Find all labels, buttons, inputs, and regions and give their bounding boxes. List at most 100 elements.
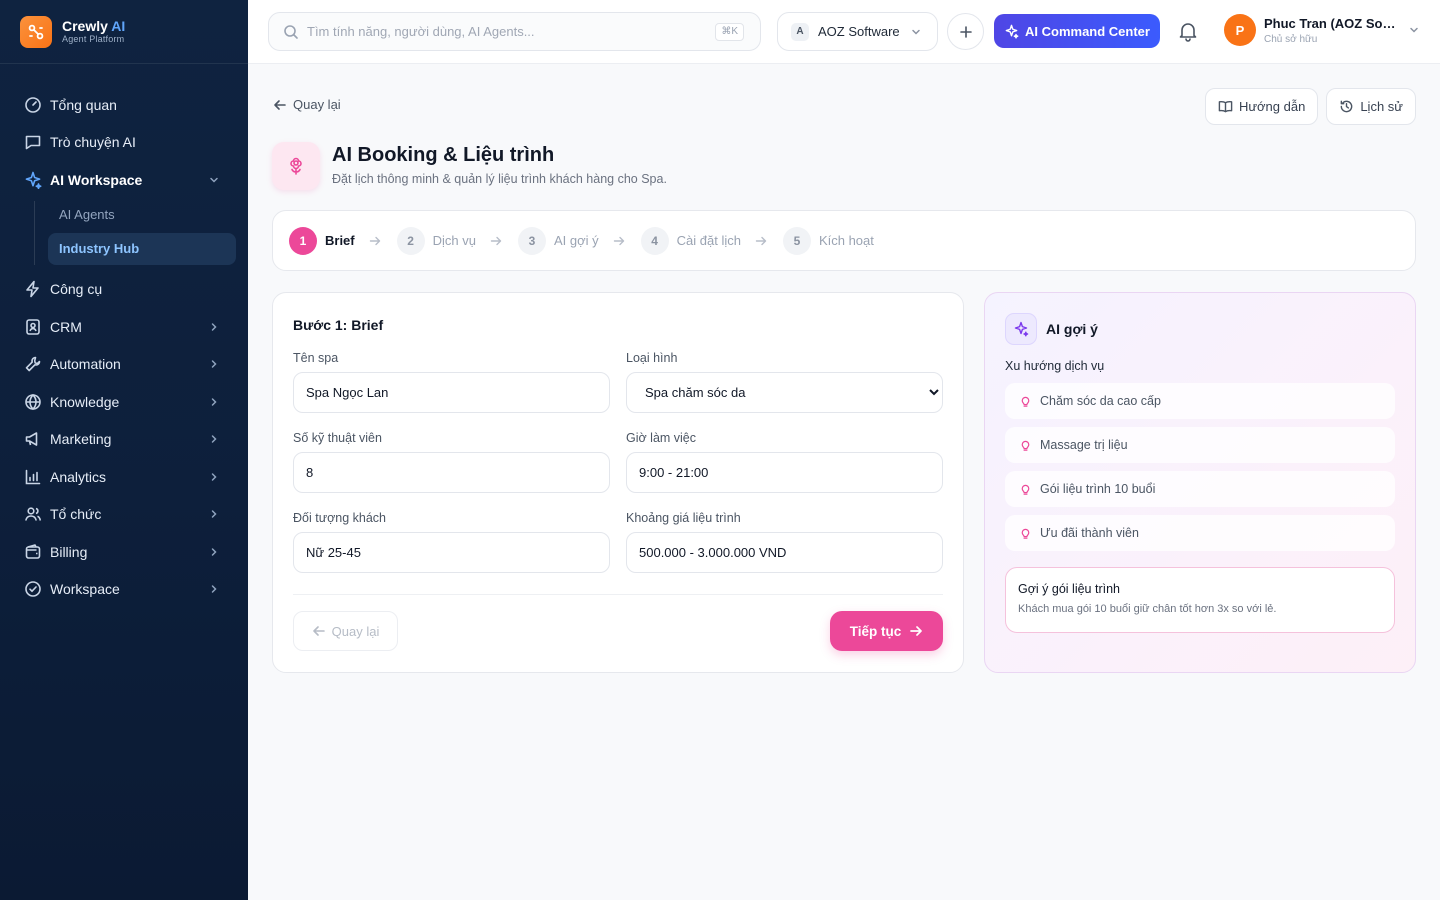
- sidebar-item-knowledge[interactable]: Knowledge: [0, 383, 248, 421]
- search-icon: [284, 24, 298, 39]
- step-number: 5: [782, 226, 811, 255]
- spa-name-label: Tên spa: [293, 351, 339, 365]
- step-brief[interactable]: 1 Brief: [289, 226, 355, 255]
- price-range-input[interactable]: [626, 532, 943, 573]
- bell-icon[interactable]: [1177, 20, 1199, 42]
- step-label: Brief: [325, 233, 355, 248]
- sidebar-item-tro-chuyen-ai[interactable]: Trò chuyện AI: [0, 124, 248, 162]
- hours-label: Giờ làm việc: [626, 431, 697, 445]
- history-button[interactable]: Lịch sử: [1326, 88, 1416, 125]
- plus-icon: [959, 25, 972, 38]
- step-kich-hoat[interactable]: 5 Kích hoạt: [782, 226, 874, 255]
- step-label: Cài đặt lịch: [676, 233, 741, 248]
- chevron-right-icon: [211, 360, 217, 368]
- spa-name-field: Tên spa: [293, 351, 610, 413]
- sidebar-item-crm[interactable]: CRM: [0, 308, 248, 346]
- sidebar-item-label: CRM: [50, 318, 82, 335]
- search-shortcut: ⌘K: [715, 23, 744, 41]
- audience-label: Đối tượng khách: [293, 511, 386, 525]
- step-ai-goi-y[interactable]: 3 AI gợi ý: [517, 226, 599, 255]
- sparkle-icon: [25, 171, 42, 189]
- user-role: Chủ sở hữu: [1264, 33, 1318, 45]
- chevron-down-icon: [210, 177, 218, 183]
- brand-name: Crewly AI: [62, 18, 126, 34]
- spa-name-input[interactable]: [293, 372, 610, 413]
- sidebar-item-label: Automation: [50, 356, 121, 373]
- sidebar-item-to-chuc[interactable]: Tổ chức: [0, 496, 248, 534]
- form-divider: [293, 594, 943, 595]
- users-icon: [25, 507, 42, 521]
- list-item[interactable]: Chăm sóc da cao cấp: [1005, 383, 1395, 419]
- sidebar-item-label: Tổng quan: [50, 96, 117, 113]
- step-number: 2: [396, 226, 425, 255]
- spa-type-label: Loại hình: [626, 351, 678, 365]
- sidebar-item-workspace[interactable]: Workspace: [0, 571, 248, 609]
- arrow-right-icon: [369, 236, 380, 245]
- technicians-input[interactable]: [293, 452, 610, 493]
- chevron-right-icon: [211, 323, 217, 331]
- history-button-label: Lịch sử: [1360, 99, 1403, 114]
- trend-text: Ưu đãi thành viên: [1040, 526, 1139, 540]
- topbar: ⌘K A AOZ Software AI Command Center P Ph…: [248, 0, 1440, 64]
- audience-input[interactable]: [293, 532, 610, 573]
- sidebar-item-label: Tổ chức: [50, 506, 102, 523]
- sidebar-subitem-ai-agents[interactable]: AI Agents: [48, 199, 236, 231]
- hours-field: Giờ làm việc: [626, 431, 943, 493]
- form-title: Bước 1: Brief: [293, 317, 384, 333]
- chat-icon: [25, 135, 41, 150]
- list-item[interactable]: Gói liệu trình 10 buổi: [1005, 471, 1395, 507]
- trend-text: Massage trị liệu: [1040, 438, 1128, 452]
- search-box[interactable]: ⌘K: [268, 12, 761, 51]
- page-subtitle: Đặt lịch thông minh & quản lý liệu trình…: [332, 172, 667, 186]
- sidebar-subitem-industry-hub[interactable]: Industry Hub: [48, 232, 236, 265]
- brand[interactable]: Crewly AI Agent Platform: [0, 0, 248, 64]
- ai-command-center-button[interactable]: AI Command Center: [994, 14, 1160, 48]
- sidebar-item-tong-quan[interactable]: Tổng quan: [0, 86, 248, 124]
- list-item[interactable]: Ưu đãi thành viên: [1005, 515, 1395, 551]
- guide-button[interactable]: Hướng dẫn: [1204, 88, 1319, 125]
- chevron-right-icon: [211, 510, 217, 518]
- trend-text: Chăm sóc da cao cấp: [1040, 394, 1161, 408]
- continue-button[interactable]: Tiếp tục: [830, 611, 943, 651]
- list-item[interactable]: Massage trị liệu: [1005, 427, 1395, 463]
- chevron-right-icon: [211, 398, 217, 406]
- previous-step-button[interactable]: Quay lại: [293, 611, 398, 651]
- sidebar-item-analytics[interactable]: Analytics: [0, 458, 248, 496]
- chevron-right-icon: [211, 435, 217, 443]
- add-button[interactable]: [947, 13, 984, 50]
- brand-subtitle: Agent Platform: [62, 34, 125, 44]
- search-input[interactable]: [307, 24, 687, 39]
- continue-label: Tiếp tục: [849, 623, 902, 639]
- back-link-label: Quay lại: [293, 97, 341, 112]
- check-circle-icon: [25, 581, 41, 598]
- sidebar-item-automation[interactable]: Automation: [0, 346, 248, 384]
- trend-list: Chăm sóc da cao cấp Massage trị liệu Gói…: [1005, 383, 1395, 559]
- page-title: AI Booking & Liệu trình: [332, 144, 555, 166]
- hours-input[interactable]: [626, 452, 943, 493]
- sidebar-item-label: Công cụ: [50, 281, 103, 298]
- lightbulb-icon: [1021, 528, 1030, 539]
- sidebar-item-marketing[interactable]: Marketing: [0, 421, 248, 459]
- sidebar-item-cong-cu[interactable]: Công cụ: [0, 271, 248, 309]
- main-content: Quay lại Hướng dẫn Lịch sử AI Booking & …: [248, 64, 1440, 900]
- sidebar-item-ai-workspace[interactable]: AI Workspace: [0, 161, 248, 199]
- arrow-right-icon: [613, 236, 624, 245]
- flower-icon: [272, 142, 320, 190]
- avatar: P: [1224, 14, 1256, 46]
- wrench-icon: [25, 356, 41, 372]
- megaphone-icon: [25, 432, 38, 447]
- arrow-left-icon: [274, 99, 286, 110]
- back-link[interactable]: Quay lại: [273, 97, 341, 112]
- book-icon: [1218, 101, 1233, 113]
- crewly-logo-icon: [20, 15, 52, 48]
- spa-type-select[interactable]: Spa chăm sóc da: [626, 372, 943, 413]
- ai-panel-title: AI gợi ý: [1046, 321, 1098, 337]
- user-menu[interactable]: P Phuc Tran (AOZ Software) Chủ sở hữu: [1224, 14, 1420, 46]
- chevron-down-icon: [1410, 27, 1418, 33]
- lightning-icon: [26, 280, 39, 298]
- step-cai-dat-lich[interactable]: 4 Cài đặt lịch: [640, 226, 741, 255]
- step-dich-vu[interactable]: 2 Dịch vụ: [396, 226, 476, 255]
- org-switcher[interactable]: A AOZ Software: [777, 12, 938, 51]
- technicians-field: Số kỹ thuật viên: [293, 431, 610, 493]
- sidebar-item-billing[interactable]: Billing: [0, 533, 248, 571]
